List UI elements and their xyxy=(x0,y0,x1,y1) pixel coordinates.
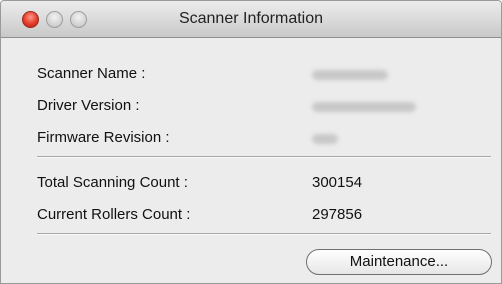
window-title: Scanner Information xyxy=(178,10,324,27)
current-rollers-count-label: Current Rollers Count : xyxy=(37,206,191,223)
total-scanning-count-label: Total Scanning Count : xyxy=(37,174,188,191)
current-rollers-count-value: 297856 xyxy=(312,206,363,223)
scanner-information-window: Scanner Information Scanner Name : Drive… xyxy=(0,0,502,284)
firmware-revision-value xyxy=(312,134,338,144)
firmware-revision-label: Firmware Revision : xyxy=(37,129,170,146)
maintenance-button[interactable]: Maintenance... xyxy=(306,249,492,275)
scanner-name-label: Scanner Name : xyxy=(37,65,146,82)
separator-top xyxy=(37,156,491,158)
scanner-name-value xyxy=(312,70,388,80)
title-bar[interactable]: Scanner Information xyxy=(1,1,501,38)
total-scanning-count-value: 300154 xyxy=(312,174,363,191)
driver-version-value xyxy=(312,102,416,112)
separator-bottom xyxy=(37,233,491,235)
driver-version-label: Driver Version : xyxy=(37,97,140,114)
